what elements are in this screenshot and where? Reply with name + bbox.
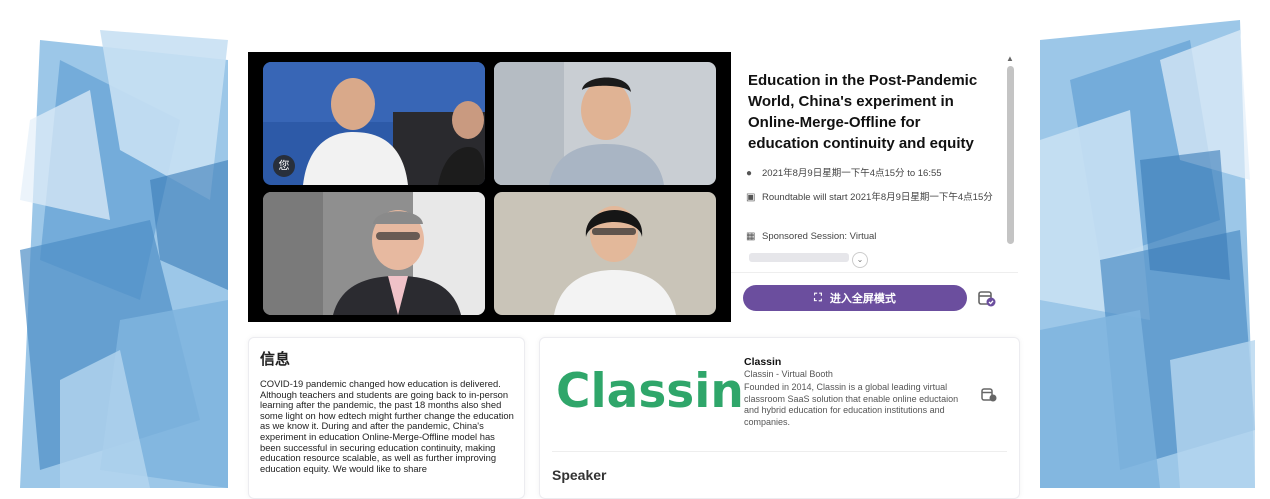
right-decoration <box>1040 0 1270 488</box>
booth-description: Founded in 2014, Classin is a global lea… <box>744 382 959 427</box>
participant-video-tile[interactable]: 您 <box>263 62 485 185</box>
video-grid[interactable]: 您 <box>248 52 731 322</box>
session-datetime-row: ● 2021年8月9日星期一下午4点15分 to 16:55 <box>746 167 996 180</box>
roundtable-row: ▣ Roundtable will start 2021年8月9日星期一下午4点… <box>746 191 996 204</box>
booth-name[interactable]: Classin <box>744 356 781 368</box>
roundtable-icon: ▣ <box>746 192 756 203</box>
sponsored-row: ▦ Sponsored Session: Virtual <box>746 230 996 243</box>
info-description: COVID-19 pandemic changed how education … <box>260 378 514 474</box>
speaker-badge: 您 <box>273 155 295 177</box>
session-info-panel: Education in the Post-Pandemic World, Ch… <box>731 52 1018 322</box>
participant-video-tile[interactable] <box>263 192 485 315</box>
participant-video-tile[interactable] <box>494 62 716 185</box>
fullscreen-label: 进入全屏模式 <box>829 293 896 305</box>
left-decoration <box>0 0 228 488</box>
clock-icon: ● <box>746 168 753 179</box>
fullscreen-button[interactable]: ⛶ 进入全屏模式 <box>743 285 967 311</box>
blurred-text <box>749 253 849 262</box>
speaker-heading: Speaker <box>552 467 607 483</box>
divider <box>731 272 1018 273</box>
calendar-add-icon <box>981 388 997 402</box>
booth-subtitle: Classin - Virtual Booth <box>744 369 833 379</box>
info-card: 信息 COVID-19 pandemic changed how educati… <box>248 337 525 499</box>
calendar-add-icon <box>978 291 996 307</box>
participant-video <box>263 62 485 185</box>
calendar-add-button[interactable] <box>978 289 996 307</box>
building-icon: ▦ <box>746 231 756 242</box>
booth-card: Classin Classin Classin - Virtual Booth … <box>539 337 1020 499</box>
scroll-up-icon[interactable]: ▲ <box>1005 54 1015 64</box>
chevron-down-icon[interactable]: ⌄ <box>852 252 868 268</box>
scrollbar[interactable]: ▲ <box>1005 52 1015 247</box>
session-stage: 您 Education in the Post-Pandemic World, … <box>248 52 1018 322</box>
divider <box>552 451 1007 452</box>
session-title: Education in the Post-Pandemic World, Ch… <box>748 72 978 152</box>
calendar-add-button[interactable] <box>981 386 997 402</box>
classin-logo[interactable]: Classin <box>556 364 744 419</box>
sponsored-session: Sponsored Session: Virtual <box>762 231 877 242</box>
fullscreen-icon: ⛶ <box>814 291 822 304</box>
participant-video <box>494 192 716 315</box>
scroll-thumb[interactable] <box>1007 66 1014 244</box>
session-datetime: 2021年8月9日星期一下午4点15分 to 16:55 <box>762 168 942 179</box>
participant-video <box>494 62 716 185</box>
participant-video <box>263 192 485 315</box>
roundtable-start: Roundtable will start 2021年8月9日星期一下午4点15… <box>762 192 993 203</box>
participant-video-tile[interactable] <box>494 192 716 315</box>
info-heading: 信息 <box>260 351 291 368</box>
